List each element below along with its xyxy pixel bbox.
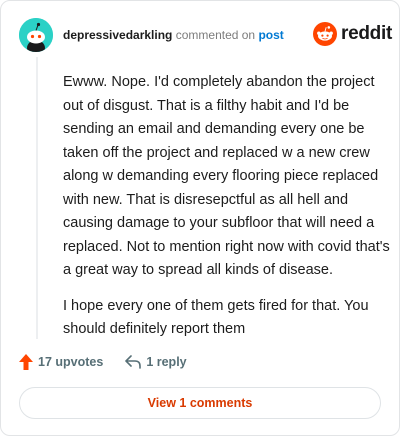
upvote-button[interactable]: 17 upvotes bbox=[19, 354, 103, 370]
view-comments-button[interactable]: View 1 comments bbox=[19, 387, 381, 419]
comment-header: depressivedarkling commented on post bbox=[63, 28, 284, 42]
comment-paragraph-1: Ewww. Nope. I'd completely abandon the p… bbox=[63, 74, 390, 278]
comment-paragraph-2: I hope every one of them gets fired for … bbox=[63, 297, 369, 338]
reply-count: 1 reply bbox=[146, 355, 187, 369]
reddit-wordmark: reddit bbox=[341, 23, 392, 44]
reply-arrow-icon bbox=[125, 355, 142, 369]
avatar[interactable] bbox=[19, 18, 53, 52]
comment-card: depressivedarkling commented on post red… bbox=[0, 0, 400, 436]
comment-body: Ewww. Nope. I'd completely abandon the p… bbox=[63, 71, 391, 354]
reddit-logo[interactable]: reddit bbox=[313, 21, 392, 47]
upvote-arrow-icon bbox=[19, 354, 33, 370]
thread-line bbox=[36, 57, 38, 339]
snoo-avatar-icon bbox=[19, 18, 53, 52]
post-link[interactable]: post bbox=[258, 28, 283, 42]
username-link[interactable]: depressivedarkling bbox=[63, 28, 172, 42]
reddit-alien-icon bbox=[313, 22, 337, 46]
reply-button[interactable]: 1 reply bbox=[125, 355, 187, 369]
meta-text: commented on bbox=[172, 28, 259, 42]
upvote-count: 17 upvotes bbox=[38, 355, 104, 369]
comment-actions: 17 upvotes 1 reply bbox=[19, 354, 187, 370]
